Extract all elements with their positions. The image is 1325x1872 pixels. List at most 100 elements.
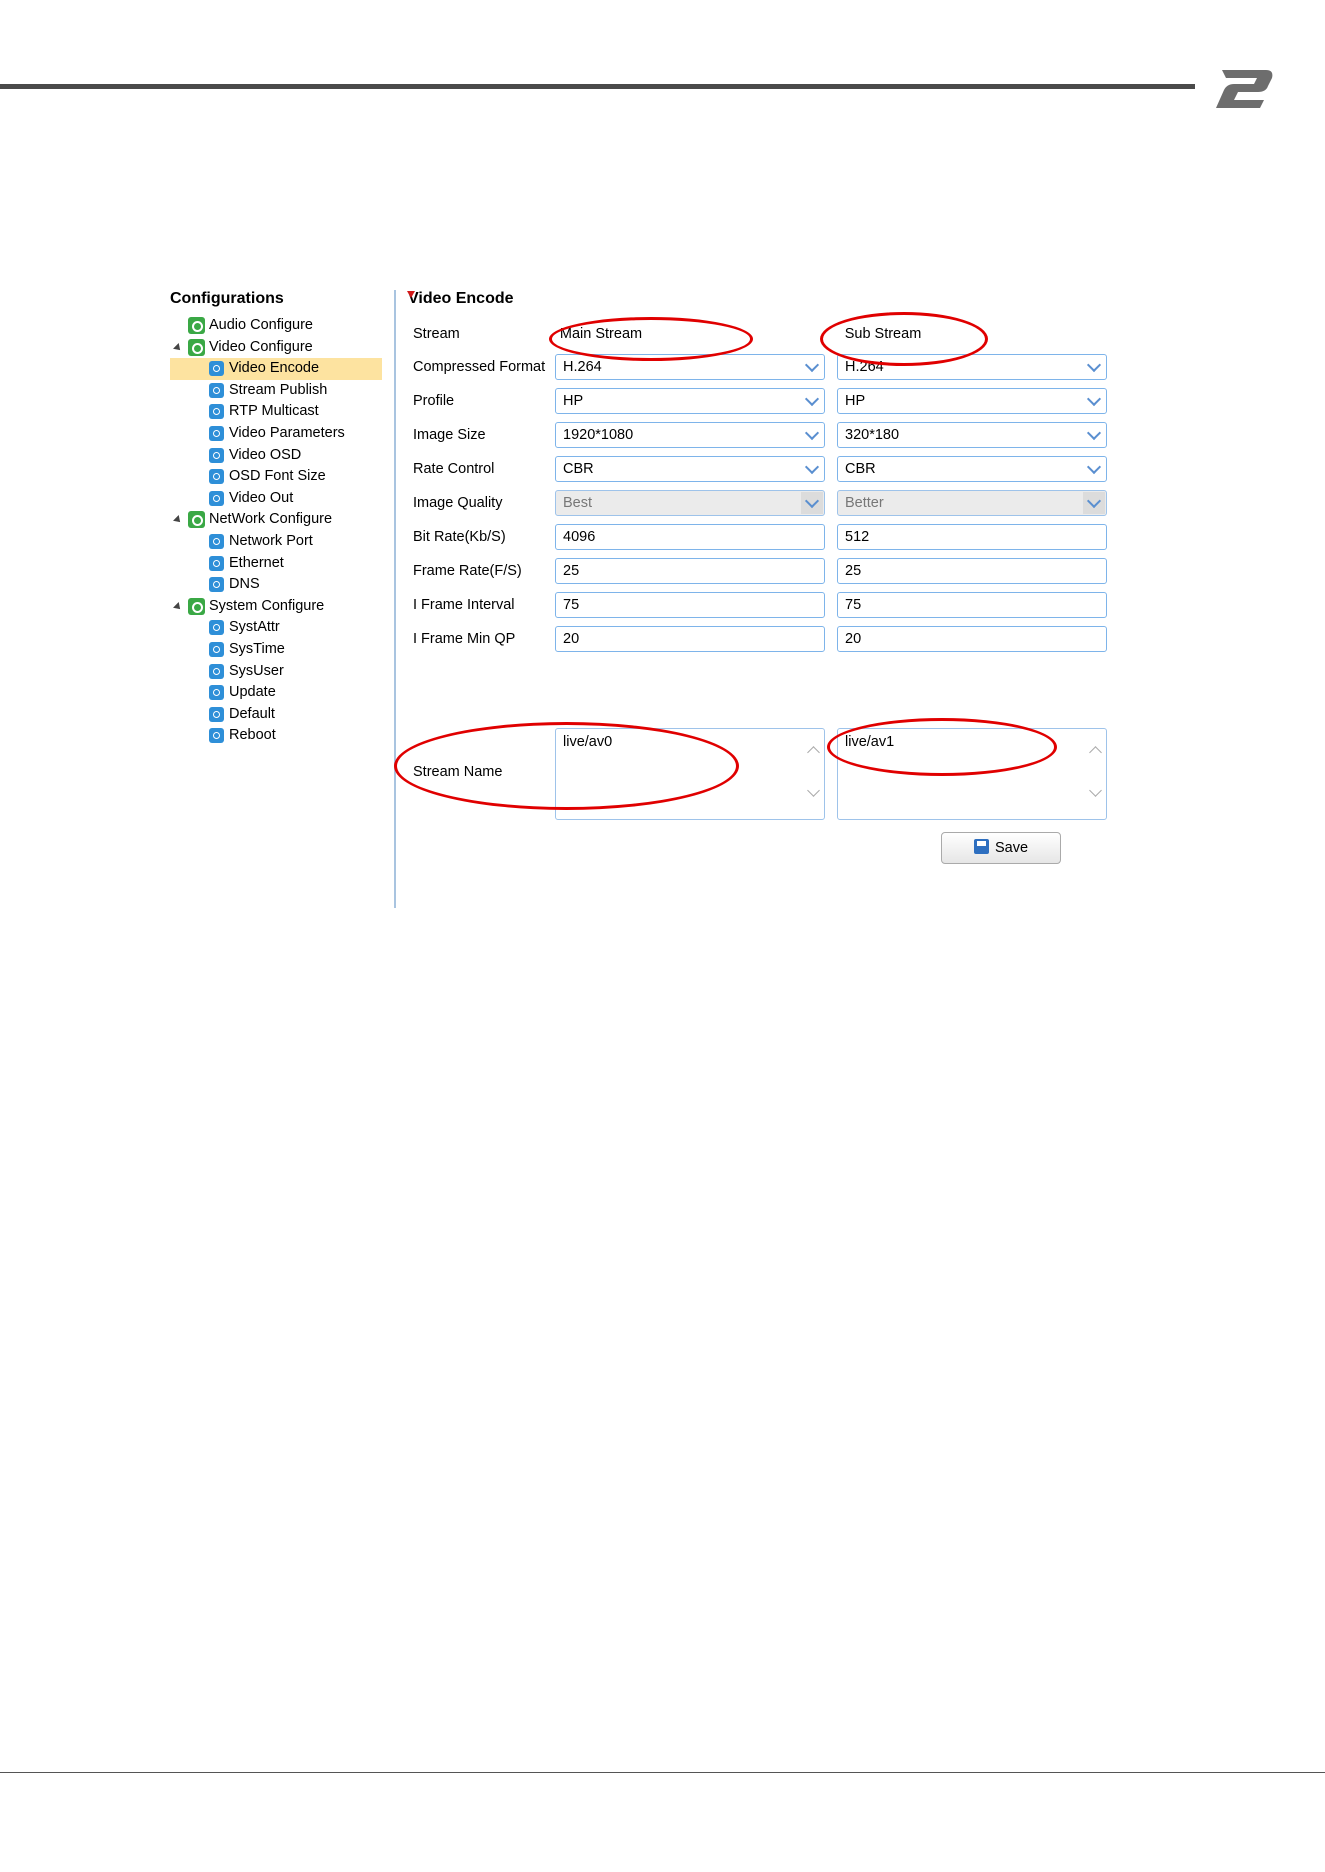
i-frame-min-qp-label: I Frame Min QP <box>413 631 516 647</box>
frame-rate-f-s-label: Frame Rate(F/S) <box>413 563 522 579</box>
sidebar-item-label: System Configure <box>209 597 325 614</box>
main-rate-control-select[interactable]: CBR <box>555 456 825 482</box>
sub-profile-select[interactable]: HP <box>837 388 1107 414</box>
settings-icon <box>209 404 224 420</box>
image-quality-label: Image Quality <box>413 495 503 511</box>
chevron-down-icon[interactable] <box>1083 356 1105 378</box>
sidebar-item-network-port[interactable]: Network Port <box>162 531 394 553</box>
sidebar-item-video-parameters[interactable]: Video Parameters <box>162 423 394 445</box>
main-i-frame-min-qp-value: 20 <box>563 631 580 647</box>
settings-icon <box>209 641 224 657</box>
sidebar-item-systime[interactable]: SysTime <box>162 639 394 661</box>
sidebar-item-audio-configure[interactable]: Audio Configure <box>162 315 394 337</box>
main-compressed-format-value: H.264 <box>563 359 602 375</box>
annotation-ellipse-stream-name-sub <box>827 718 1057 776</box>
compressed-format-label: Compressed Format <box>413 359 546 375</box>
main-bit-rate-kb-s-input[interactable]: 4096 <box>555 524 825 550</box>
sub-frame-rate-f-s-input[interactable]: 25 <box>837 558 1107 584</box>
sub-rate-control-select[interactable]: CBR <box>837 456 1107 482</box>
sidebar-title: Configurations <box>170 290 284 307</box>
settings-icon <box>209 663 224 679</box>
sidebar-item-system-configure[interactable]: System Configure <box>162 596 394 618</box>
chevron-down-icon[interactable] <box>801 390 823 412</box>
sidebar-item-label: SysUser <box>229 662 284 679</box>
sidebar-item-network-configure[interactable]: NetWork Configure <box>162 509 394 531</box>
sidebar-item-stream-publish[interactable]: Stream Publish <box>162 380 394 402</box>
main-i-frame-interval-value: 75 <box>563 597 580 613</box>
sidebar-item-label: OSD Font Size <box>229 468 326 485</box>
sidebar-item-video-out[interactable]: Video Out <box>162 488 394 510</box>
main-profile-value: HP <box>563 393 584 409</box>
sidebar-item-label: SystAttr <box>229 619 280 636</box>
sub-bit-rate-kb-s-input[interactable]: 512 <box>837 524 1107 550</box>
main-frame-rate-f-s-input[interactable]: 25 <box>555 558 825 584</box>
profile-label: Profile <box>413 393 455 409</box>
main-image-quality-select: Best <box>555 490 825 516</box>
chevron-down-icon <box>1083 492 1105 514</box>
brand-logo-icon <box>1216 70 1273 108</box>
sidebar-item-label: Network Port <box>229 532 313 549</box>
main-i-frame-min-qp-input[interactable]: 20 <box>555 626 825 652</box>
main-image-size-value: 1920*1080 <box>563 427 634 443</box>
main-image-size-select[interactable]: 1920*1080 <box>555 422 825 448</box>
sub-rate-control-value: CBR <box>845 461 876 477</box>
expand-toggle-icon[interactable] <box>173 515 183 526</box>
web-ui-screenshot: Configurations Audio Configure Video Conf… <box>162 290 1167 908</box>
settings-icon <box>209 728 224 744</box>
sidebar-item-video-configure[interactable]: Video Configure <box>162 337 394 359</box>
settings-icon <box>209 577 224 593</box>
sidebar-item-reboot[interactable]: Reboot <box>162 725 394 747</box>
settings-icon <box>209 685 224 701</box>
sidebar-item-sysuser[interactable]: SysUser <box>162 661 394 683</box>
save-button[interactable]: Save <box>941 832 1061 864</box>
sidebar-item-label: Reboot <box>229 727 276 744</box>
sub-i-frame-min-qp-value: 20 <box>845 631 862 647</box>
textarea-scrollbar[interactable] <box>805 730 823 818</box>
settings-icon <box>209 706 224 722</box>
main-i-frame-interval-input[interactable]: 75 <box>555 592 825 618</box>
sidebar-item-label: NetWork Configure <box>209 511 333 528</box>
video-encode-form: Video Encode Stream Main Stream Sub Stre… <box>394 290 1167 908</box>
image-size-label: Image Size <box>413 427 486 443</box>
sub-profile-value: HP <box>845 393 866 409</box>
sidebar-item-label: Video Out <box>229 489 294 506</box>
settings-icon <box>209 555 224 571</box>
sidebar-item-osd-font-size[interactable]: OSD Font Size <box>162 466 394 488</box>
sub-bit-rate-kb-s-value: 512 <box>845 529 870 545</box>
main-rate-control-value: CBR <box>563 461 594 477</box>
sidebar-item-dns[interactable]: DNS <box>162 574 394 596</box>
sub-image-size-select[interactable]: 320*180 <box>837 422 1107 448</box>
textarea-scrollbar[interactable] <box>1087 730 1105 818</box>
chevron-down-icon[interactable] <box>1083 390 1105 412</box>
expand-toggle-icon[interactable] <box>173 342 183 353</box>
chevron-down-icon[interactable] <box>801 424 823 446</box>
sidebar-item-ethernet[interactable]: Ethernet <box>162 553 394 575</box>
sidebar-item-default[interactable]: Default <box>162 704 394 726</box>
bit-rate-kb-s-label: Bit Rate(Kb/S) <box>413 529 506 545</box>
rate-control-label: Rate Control <box>413 461 495 477</box>
chevron-down-icon[interactable] <box>801 356 823 378</box>
sub-i-frame-interval-value: 75 <box>845 597 862 613</box>
sidebar-item-systattr[interactable]: SystAttr <box>162 617 394 639</box>
sub-i-frame-min-qp-input[interactable]: 20 <box>837 626 1107 652</box>
configurations-sidebar: Configurations Audio Configure Video Conf… <box>162 290 394 908</box>
sub-i-frame-interval-input[interactable]: 75 <box>837 592 1107 618</box>
sidebar-item-label: Default <box>229 705 275 722</box>
sidebar-item-label: Video OSD <box>229 446 302 463</box>
page-title: Video Encode <box>407 290 514 307</box>
main-profile-select[interactable]: HP <box>555 388 825 414</box>
sidebar-item-video-encode[interactable]: Video Encode <box>170 358 382 380</box>
chevron-down-icon[interactable] <box>801 458 823 480</box>
panel-divider <box>394 290 396 908</box>
sidebar-item-update[interactable]: Update <box>162 682 394 704</box>
sidebar-item-label: Update <box>229 684 276 701</box>
chevron-down-icon[interactable] <box>1083 424 1105 446</box>
sidebar-item-label: Stream Publish <box>229 381 328 398</box>
expand-toggle-icon[interactable] <box>173 601 183 612</box>
header-rule <box>0 84 1195 89</box>
gear-icon <box>188 511 205 529</box>
chevron-down-icon[interactable] <box>1083 458 1105 480</box>
sidebar-item-video-osd[interactable]: Video OSD <box>162 445 394 467</box>
annotation-ellipse-sub-stream <box>820 312 988 366</box>
sidebar-item-rtp-multicast[interactable]: RTP Multicast <box>162 401 394 423</box>
